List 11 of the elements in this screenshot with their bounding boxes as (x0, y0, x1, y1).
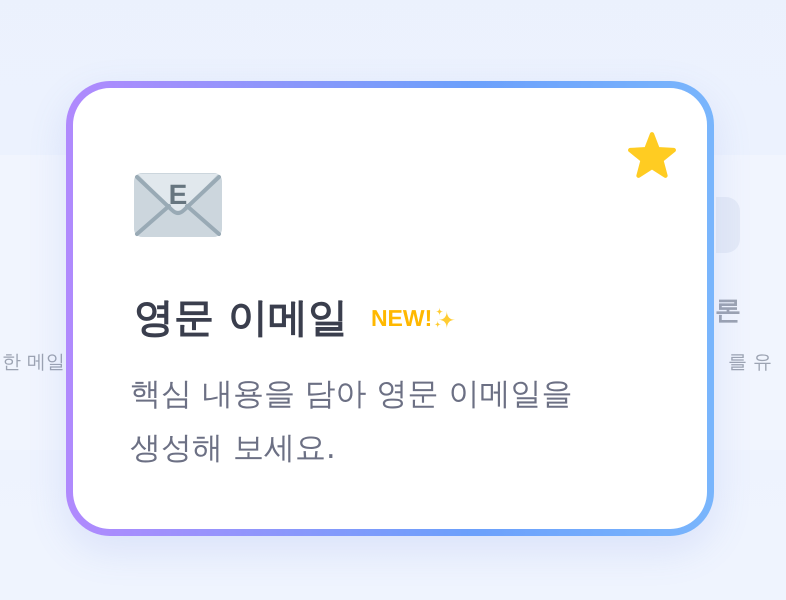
card-description: 를 유 (728, 350, 772, 375)
side-card[interactable]: 론 를 유 (714, 155, 786, 450)
star-icon[interactable] (628, 132, 676, 178)
card-title: 영문 이메일 (134, 294, 348, 342)
side-card[interactable]: 한 메일 (0, 155, 66, 450)
envelope-icon: E (134, 173, 222, 237)
card-description: 한 메일 (2, 350, 66, 375)
card-description: 핵심 내용을 담아 영문 이메일을 생성해 보세요. (130, 375, 574, 468)
card-title: 론 (715, 295, 741, 327)
sparkle-icon (434, 307, 456, 329)
new-label: NEW! (370, 305, 432, 331)
